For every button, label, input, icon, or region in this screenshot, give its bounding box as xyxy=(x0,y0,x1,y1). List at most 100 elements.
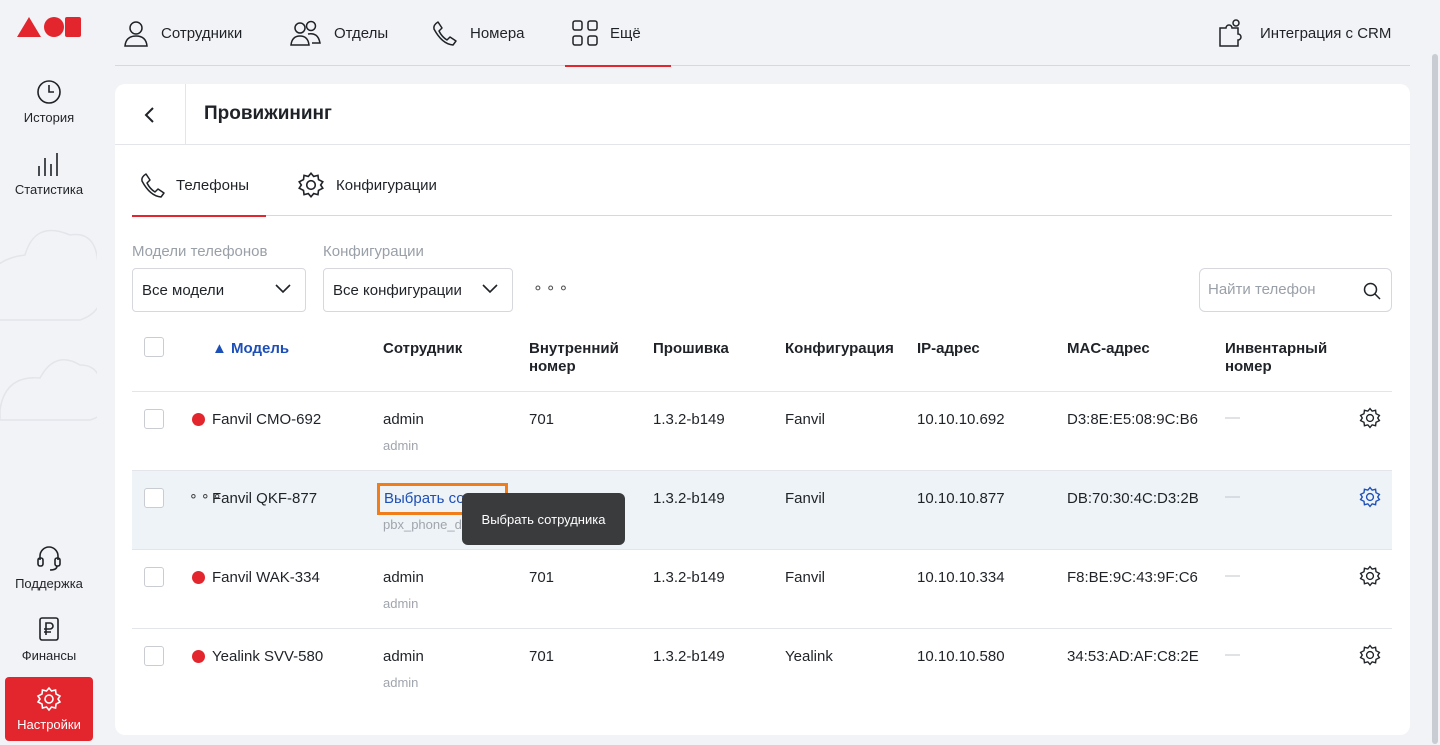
search-icon[interactable] xyxy=(1363,282,1381,300)
cell-model: Fanvil WAK-334 xyxy=(212,569,320,586)
page-title: Провижининг xyxy=(204,103,332,124)
tab-label: Телефоны xyxy=(176,176,250,194)
cell-ip: 10.10.10.692 xyxy=(917,411,1005,428)
tab-phones[interactable]: Телефоны xyxy=(132,154,267,217)
cell-ip: 10.10.10.877 xyxy=(917,490,1005,507)
sidebar-item-history[interactable]: История xyxy=(5,70,93,132)
sidebar-item-label: Поддержка xyxy=(15,576,83,591)
column-header-config[interactable]: Конфигурация xyxy=(785,340,894,358)
nav-label: Ещё xyxy=(610,24,641,42)
cell-config: Fanvil xyxy=(785,490,826,507)
ruble-icon xyxy=(39,617,59,641)
column-header-employee[interactable]: Сотрудник xyxy=(383,340,462,358)
sidebar-item-finance[interactable]: Финансы xyxy=(5,608,93,670)
cell-ip: 10.10.10.334 xyxy=(917,569,1005,586)
row-checkbox[interactable] xyxy=(144,409,164,429)
tab-configurations[interactable]: Конфигурации xyxy=(296,154,437,216)
cell-inventory: — xyxy=(1225,646,1240,663)
table-row[interactable]: Yealink SVV-580 admin admin 701 1.3.2-b1… xyxy=(132,628,1392,707)
cell-mac: 34:53:AD:AF:C8:2E xyxy=(1067,648,1199,665)
logo[interactable] xyxy=(17,15,81,39)
sidebar-item-settings[interactable]: Настройки xyxy=(5,677,93,741)
table-row[interactable]: ⚬⚬⚬ Fanvil QKF-877 pbx_phone_d Выбрать с… xyxy=(132,470,1392,549)
nav-label: Номера xyxy=(470,24,525,42)
column-header-inventory[interactable]: Инвентарный номер xyxy=(1225,340,1345,376)
column-header-firmware[interactable]: Прошивка xyxy=(653,340,729,358)
column-header-label: Модель xyxy=(231,340,290,357)
cell-mac: DB:70:30:4C:D3:2B xyxy=(1067,490,1199,507)
table-row[interactable]: Fanvil WAK-334 admin admin 701 1.3.2-b14… xyxy=(132,549,1392,628)
chevron-down-icon xyxy=(275,284,291,294)
status-dot xyxy=(192,650,205,663)
models-filter-label: Модели телефонов xyxy=(132,243,268,260)
cell-inventory: — xyxy=(1225,567,1240,584)
sidebar-item-statistics[interactable]: Статистика xyxy=(5,142,93,204)
cell-ext: 701 xyxy=(529,648,555,665)
cell-config: Fanvil xyxy=(785,411,826,428)
gear-icon[interactable] xyxy=(1358,406,1382,430)
sidebar-item-label: Статистика xyxy=(14,182,84,197)
cell-firmware: 1.3.2-b149 xyxy=(653,490,725,507)
sidebar-item-label: Финансы xyxy=(21,648,77,663)
provisioning-card: Провижининг Телефоны Конфигурации Модели… xyxy=(115,84,1410,735)
top-navigation: Сотрудники Отделы Номера Ещё Интеграция … xyxy=(115,0,1410,67)
cell-inventory: — xyxy=(1225,488,1240,505)
clock-icon xyxy=(37,80,61,104)
column-header-model[interactable]: ▲ Модель xyxy=(212,340,289,358)
sort-ascending-icon: ▲ xyxy=(212,340,227,357)
phone-icon xyxy=(141,173,165,198)
search-input[interactable] xyxy=(1208,281,1358,298)
models-select-value: Все модели xyxy=(142,281,225,299)
cell-employee-sub: admin xyxy=(383,438,419,453)
scrollbar[interactable] xyxy=(1432,54,1438,744)
users-icon xyxy=(290,20,321,46)
nav-more[interactable]: Ещё xyxy=(565,0,671,67)
cell-firmware: 1.3.2-b149 xyxy=(653,569,725,586)
cell-ext: 701 xyxy=(529,569,555,586)
puzzle-icon xyxy=(1219,19,1242,47)
sidebar: История Статистика Поддержка Финансы Нас… xyxy=(0,0,97,745)
sidebar-item-label: История xyxy=(23,110,75,125)
nav-departments[interactable]: Отделы xyxy=(290,0,388,66)
cell-config: Fanvil xyxy=(785,569,826,586)
cell-employee-sub: admin xyxy=(383,675,419,690)
cloud-decoration xyxy=(0,229,97,421)
cell-employee: admin xyxy=(383,569,424,586)
cell-employee-sub: pbx_phone_d xyxy=(383,517,462,532)
gear-icon[interactable] xyxy=(1358,485,1382,509)
card-header: Провижининг xyxy=(115,84,1410,145)
cell-firmware: 1.3.2-b149 xyxy=(653,648,725,665)
cell-model: Fanvil CMO-692 xyxy=(212,411,322,428)
gear-icon xyxy=(298,171,324,199)
nav-crm-integration[interactable]: Интеграция с CRM xyxy=(1218,0,1391,66)
row-checkbox[interactable] xyxy=(144,567,164,587)
nav-label: Сотрудники xyxy=(161,24,243,42)
nav-numbers[interactable]: Номера xyxy=(432,0,525,66)
configs-select[interactable]: Все конфигурации xyxy=(323,268,513,312)
table-row[interactable]: Fanvil CMO-692 admin admin 701 1.3.2-b14… xyxy=(132,391,1392,470)
cell-model: Yealink SVV-580 xyxy=(212,648,324,665)
more-filters-button[interactable]: ⚬⚬⚬ xyxy=(532,280,570,297)
nav-employees[interactable]: Сотрудники xyxy=(123,0,242,66)
sidebar-item-support[interactable]: Поддержка xyxy=(5,536,93,598)
column-header-ext[interactable]: Внутренний номер xyxy=(529,340,639,376)
models-select[interactable]: Все модели xyxy=(132,268,306,312)
configs-select-value: Все конфигурации xyxy=(333,281,462,299)
column-header-mac[interactable]: MAC-адрес xyxy=(1067,340,1150,358)
column-header-ip[interactable]: IP-адрес xyxy=(917,340,980,358)
configs-filter-label: Конфигурации xyxy=(323,243,424,260)
row-checkbox[interactable] xyxy=(144,646,164,666)
cell-inventory: — xyxy=(1225,409,1240,426)
headset-icon xyxy=(37,546,61,571)
nav-label: Отделы xyxy=(334,24,389,42)
gear-icon[interactable] xyxy=(1358,564,1382,588)
cell-employee-sub: admin xyxy=(383,596,419,611)
nav-label: Интеграция с CRM xyxy=(1260,24,1392,42)
cell-firmware: 1.3.2-b149 xyxy=(653,411,725,428)
phone-search[interactable] xyxy=(1199,268,1392,312)
grid-icon xyxy=(572,20,598,46)
gear-icon[interactable] xyxy=(1358,643,1382,667)
select-all-checkbox[interactable] xyxy=(144,337,164,357)
row-checkbox[interactable] xyxy=(144,488,164,508)
back-button[interactable] xyxy=(115,84,186,145)
